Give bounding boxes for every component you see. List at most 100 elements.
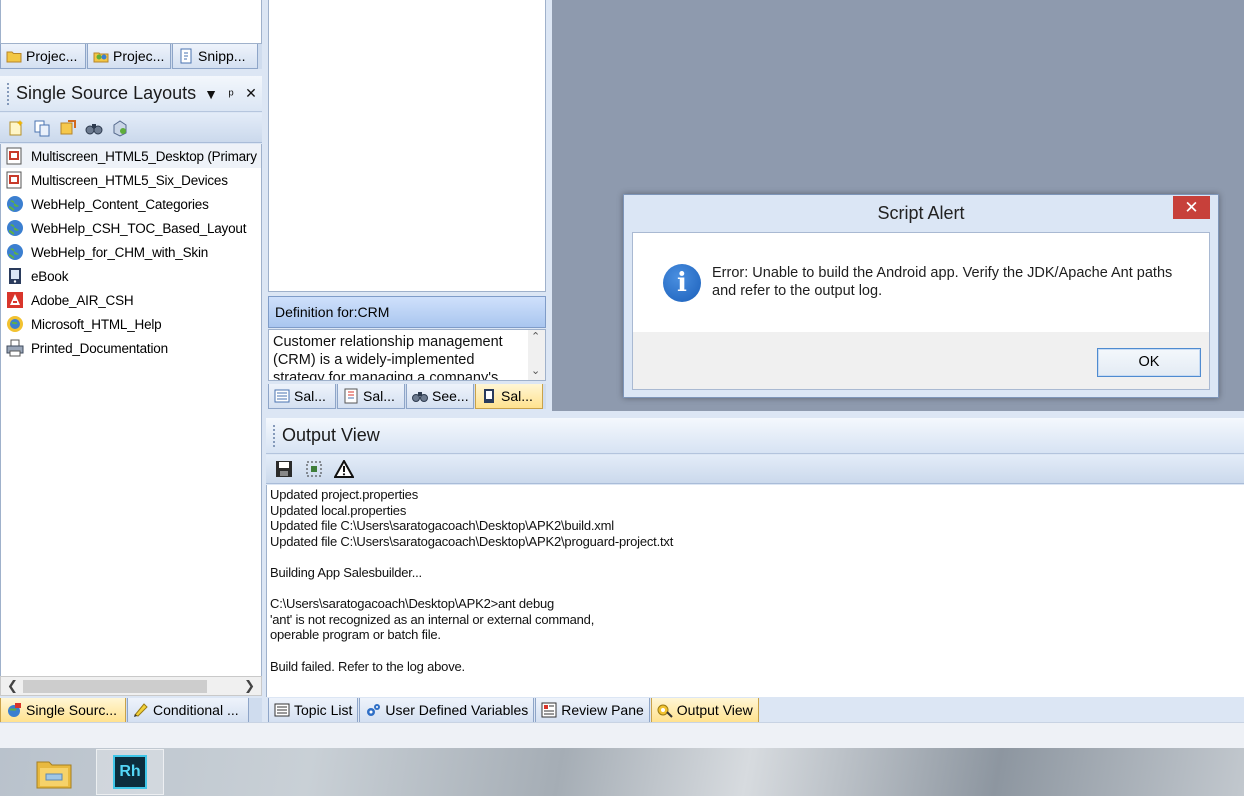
publish-layout-icon[interactable] — [110, 118, 130, 138]
tab-label: Projec... — [26, 48, 78, 64]
webhelp-globe-icon — [7, 220, 23, 236]
close-pane-button[interactable]: ✕ — [242, 85, 260, 102]
list-item-layout[interactable]: WebHelp_for_CHM_with_Skin — [1, 240, 261, 264]
list-item-layout[interactable]: Microsoft_HTML_Help — [1, 312, 261, 336]
pane-title: Single Source Layouts — [16, 83, 197, 103]
definition-scrollbar[interactable]: ⌃ ⌄ — [528, 330, 545, 380]
printer-icon — [6, 339, 24, 357]
scroll-right-icon[interactable]: ❯ — [244, 678, 255, 694]
ok-button[interactable]: OK — [1097, 348, 1201, 377]
dialog-title: Script Alert — [877, 203, 965, 223]
layouts-list: Multiscreen_HTML5_Desktop (Primary L Mul… — [0, 144, 262, 676]
tab-label: Projec... — [113, 48, 165, 64]
save-icon[interactable] — [274, 459, 294, 479]
list-item-layout[interactable]: WebHelp_Content_Categories — [1, 192, 261, 216]
webhelp-globe-icon — [7, 196, 23, 212]
variables-gear-icon — [367, 704, 381, 716]
output-log[interactable]: Updated project.properties Updated local… — [266, 485, 1244, 697]
tab-user-defined-variables[interactable]: User Defined Variables — [359, 698, 535, 723]
taskbar-file-explorer[interactable] — [20, 749, 88, 795]
generate-layout-icon[interactable] — [58, 118, 78, 138]
project-manager-pane — [0, 0, 262, 44]
layout-label: Printed_Documentation — [31, 340, 168, 356]
tab-project-manager[interactable]: Projec... — [0, 44, 86, 69]
tab-single-source[interactable]: Single Sourc... — [0, 698, 126, 723]
tab-topic-list[interactable]: Topic List — [268, 698, 359, 723]
binoculars-icon — [412, 392, 428, 402]
output-view-title: Output View — [282, 425, 380, 445]
list-item-layout[interactable]: WebHelp_CSH_TOC_Based_Layout — [1, 216, 261, 240]
tab-label: Topic List — [294, 702, 353, 718]
conditional-tag-icon — [134, 703, 148, 717]
tab-label: Sal... — [363, 388, 395, 404]
left-top-tabstrip: Projec... Projec... Snipp... — [0, 44, 262, 69]
new-layout-icon[interactable] — [6, 118, 26, 138]
list-icon — [274, 389, 290, 403]
tab-conditional-tags[interactable]: Conditional ... — [127, 698, 249, 723]
scroll-down-icon[interactable]: ⌄ — [531, 364, 540, 377]
layout-label: WebHelp_for_CHM_with_Skin — [31, 244, 209, 260]
robohelp-label: Rh — [119, 763, 141, 780]
dialog-close-button[interactable]: ✕ — [1173, 196, 1210, 219]
webhelp-globe-icon — [7, 244, 23, 260]
definition-header: Definition for:CRM — [268, 296, 546, 328]
definition-title: Definition for:CRM — [275, 304, 390, 320]
project-set-icon — [93, 52, 109, 63]
tab-label: Review Pane — [561, 702, 644, 718]
layout-label: Microsoft_HTML_Help — [31, 316, 162, 332]
scroll-left-icon[interactable]: ❮ — [7, 678, 18, 694]
file-explorer-icon — [36, 761, 72, 789]
tab-topic-list-small[interactable]: Sal... — [268, 384, 336, 409]
editor-preview-pane — [268, 0, 546, 292]
dialog-message: Error: Unable to build the Android app. … — [712, 265, 1173, 299]
layout-label: WebHelp_CSH_TOC_Based_Layout — [31, 220, 247, 236]
html-help-icon — [7, 316, 23, 332]
tab-see-also[interactable]: See... — [406, 384, 474, 409]
snippet-icon — [180, 48, 192, 64]
scrollbar-thumb[interactable] — [23, 680, 207, 693]
tab-label: Conditional ... — [153, 702, 239, 718]
layout-label: Multiscreen_HTML5_Desktop (Primary L — [31, 148, 261, 164]
output-view-header: Output View — [266, 418, 1244, 454]
definition-text: Customer relationship management (CRM) i… — [273, 334, 503, 381]
tab-review-pane[interactable]: Review Pane — [535, 698, 650, 723]
taskbar-robohelp[interactable]: Rh — [96, 749, 164, 795]
drag-grip[interactable] — [272, 423, 276, 448]
single-source-icon — [8, 703, 21, 717]
definition-body: Customer relationship management (CRM) i… — [268, 329, 546, 381]
tab-label: Sal... — [501, 388, 533, 404]
ebook-icon — [9, 268, 21, 284]
tab-project-set[interactable]: Projec... — [87, 44, 171, 69]
list-item-layout[interactable]: eBook — [1, 264, 261, 288]
tab-glossary[interactable]: Sal... — [475, 384, 543, 409]
pane-menu-button[interactable]: ▼ — [202, 86, 220, 102]
tab-output-view[interactable]: Output View — [650, 698, 759, 723]
tab-label: Output View — [676, 702, 753, 718]
pin-icon[interactable]: ᵖ — [222, 86, 240, 102]
folder-icon — [6, 51, 22, 63]
layout-label: Adobe_AIR_CSH — [31, 292, 134, 308]
glossary-icon — [484, 389, 494, 403]
tab-label: User Defined Variables — [385, 702, 529, 718]
select-all-icon[interactable] — [304, 459, 324, 479]
dialog-message-area: i Error: Unable to build the Android app… — [633, 233, 1209, 332]
list-item-layout[interactable]: Adobe_AIR_CSH — [1, 288, 261, 312]
scroll-up-icon[interactable]: ⌃ — [531, 330, 540, 343]
warning-icon[interactable] — [334, 459, 354, 479]
list-item-layout[interactable]: Multiscreen_HTML5_Desktop (Primary L — [1, 144, 261, 168]
output-toolbar — [266, 455, 1244, 484]
dialog-content: i Error: Unable to build the Android app… — [632, 232, 1210, 390]
view-output-binoculars-icon[interactable] — [84, 118, 104, 138]
status-bar — [0, 722, 1244, 748]
horizontal-scrollbar[interactable]: ❮ ❯ — [0, 676, 262, 696]
duplicate-layout-icon[interactable] — [32, 118, 52, 138]
multiscreen-icon — [6, 171, 22, 189]
list-item-layout[interactable]: Printed_Documentation — [1, 336, 261, 360]
list-item-layout[interactable]: Multiscreen_HTML5_Six_Devices — [1, 168, 261, 192]
review-pane-icon — [541, 702, 557, 718]
drag-grip[interactable] — [6, 81, 10, 106]
tab-index[interactable]: Sal... — [337, 384, 405, 409]
layout-label: eBook — [31, 268, 69, 284]
topic-list-icon — [274, 703, 290, 717]
tab-snippets[interactable]: Snipp... — [172, 44, 258, 69]
